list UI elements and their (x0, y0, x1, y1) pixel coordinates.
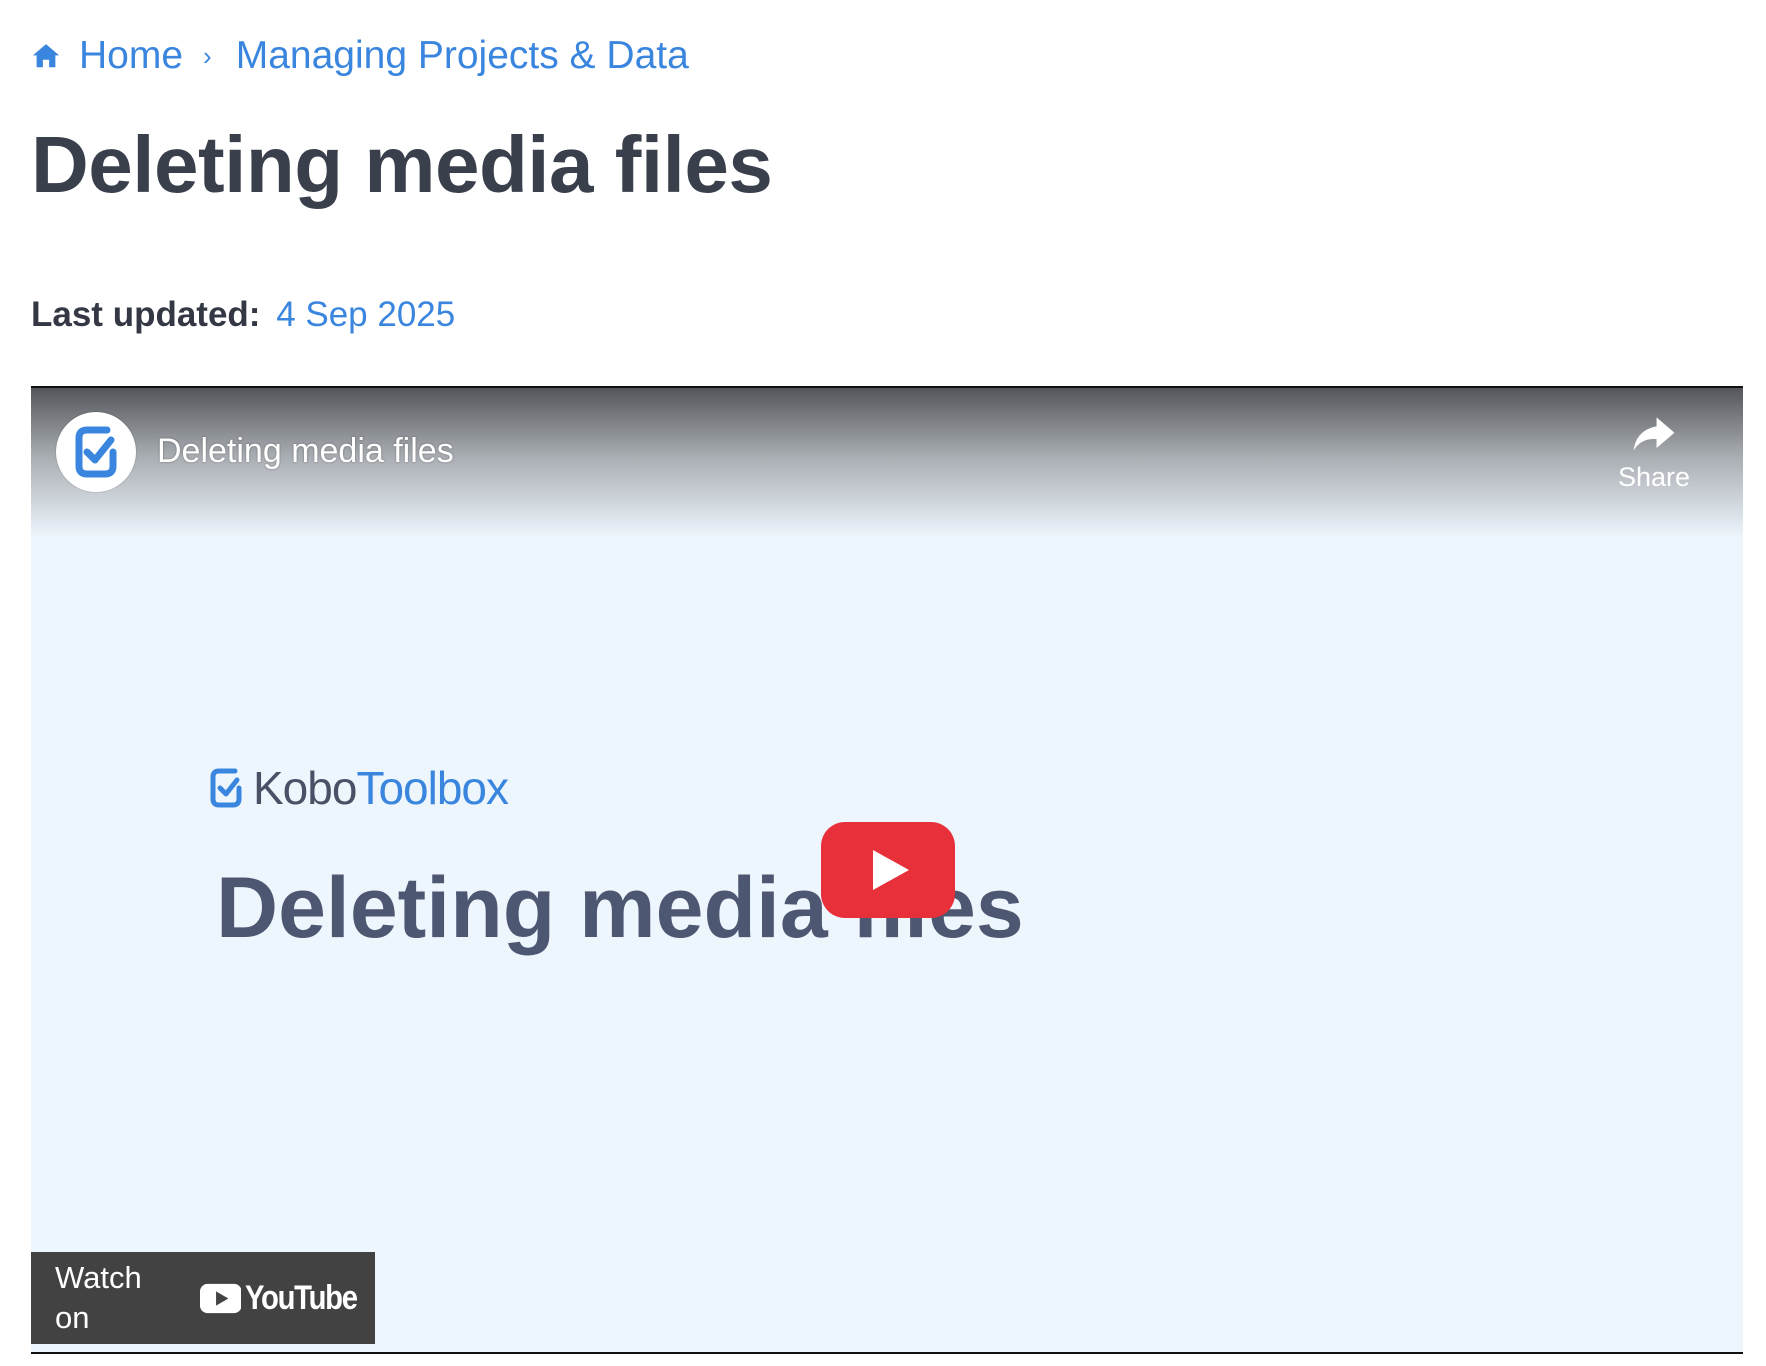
last-updated-label: Last updated: (31, 295, 261, 334)
youtube-logo-icon (199, 1283, 242, 1313)
last-updated-date: 4 Sep 2025 (276, 295, 456, 334)
breadcrumb-home-link[interactable]: Home (79, 28, 183, 84)
kobotoolbox-mark-icon (210, 768, 242, 808)
youtube-wordmark: YouTube (245, 1279, 358, 1317)
page-title: Deleting media files (31, 120, 773, 209)
last-updated: Last updated: 4 Sep 2025 (31, 290, 455, 340)
share-label: Share (1617, 462, 1691, 492)
thumbnail-kobotoolbox-logo: KoboToolbox (209, 758, 509, 818)
brand-kobo: Kobo (253, 762, 357, 814)
page: Home › Managing Projects & Data Deleting… (0, 0, 1766, 1366)
share-button[interactable]: Share (1609, 414, 1699, 494)
youtube-video-embed[interactable]: Deleting media files Share KoboToolbox D… (31, 386, 1743, 1354)
video-title[interactable]: Deleting media files (157, 428, 454, 474)
breadcrumb-section-link[interactable]: Managing Projects & Data (236, 28, 689, 84)
breadcrumb: Home › Managing Projects & Data (31, 28, 689, 84)
kobotoolbox-logo-icon (75, 426, 117, 478)
watch-on-label: Watch on (55, 1260, 142, 1335)
thumbnail-brand-name: KoboToolbox (253, 758, 509, 818)
share-arrow-icon (1633, 417, 1675, 451)
channel-avatar[interactable] (56, 412, 136, 492)
home-icon[interactable] (31, 41, 61, 71)
breadcrumb-separator: › (203, 41, 212, 71)
watch-on-youtube-button[interactable]: Watch on YouTube (31, 1252, 375, 1344)
brand-toolbox: Toolbox (356, 762, 509, 814)
play-icon (873, 850, 909, 890)
play-button[interactable] (821, 822, 955, 918)
